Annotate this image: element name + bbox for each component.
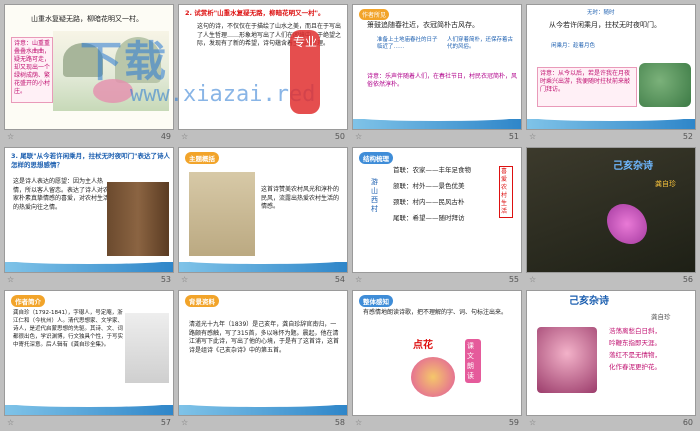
slide-thumbnail[interactable]: 作者所见 箫鼓追随春社近，衣冠简朴古风存。 准备上土地庙春社的日子临近了…… 人… <box>352 4 522 131</box>
portrait <box>125 313 169 383</box>
star-icon: ☆ <box>355 131 363 141</box>
slide-number: 50 <box>334 131 345 141</box>
star-icon: ☆ <box>355 417 363 427</box>
poem-line: 山重水复疑无路，柳暗花明又一村。 <box>31 15 143 23</box>
slide-number: 56 <box>682 274 693 284</box>
slide-body: 这是诗人表达的愿望：因为主人热情，所以客人留恋。表达了诗人对农家朴素真挚情感的喜… <box>13 178 110 211</box>
slide-cell[interactable]: 背景资料 清道光十九年（1839）是己亥年，龚自珍辞官南归，一路颇有感触，写了3… <box>178 290 348 428</box>
star-icon: ☆ <box>529 417 537 427</box>
slide-number: 52 <box>682 131 693 141</box>
star-icon: ☆ <box>7 417 15 427</box>
flower-image <box>537 327 597 393</box>
poem-line: 落红不是无情物， <box>609 351 661 359</box>
slide-number: 49 <box>160 131 171 141</box>
slide-title: 2. 试赏析"山重水复疑无路，柳暗花明又一村"。 <box>185 9 325 17</box>
slide-number: 59 <box>508 417 519 427</box>
side-title: 游山西村 <box>371 178 378 213</box>
slide-cell[interactable]: 无时：随时 从今若许闲乘月，拄杖无时夜叩门。 闲乘月：趁着月色 诗意：从今以后，… <box>526 4 696 142</box>
slide-title: 己亥杂诗 <box>569 296 609 307</box>
meaning: 诗意：乐声伴随着人们，在春社节日，村民衣冠简朴，风俗依然淳朴。 <box>367 73 518 88</box>
star-icon: ☆ <box>355 274 363 284</box>
poem-line: 箫鼓追随春社近，衣冠简朴古风存。 <box>367 21 479 29</box>
stamp: 点花 <box>413 340 433 351</box>
decor-image <box>639 63 691 107</box>
section-pill: 作者简介 <box>11 295 45 307</box>
star-icon: ☆ <box>7 131 15 141</box>
slide-number: 55 <box>508 274 519 284</box>
section-pill: 主题概括 <box>185 152 219 164</box>
section-pill: 整体感知 <box>359 295 393 307</box>
star-icon: ☆ <box>181 417 189 427</box>
row: 首联：农家——丰年足食物 <box>393 166 471 174</box>
slide-body: 这句的诗，不仅仅在于描绘了山水之美，而且在于写出了人生哲理……形象地写出了人们在… <box>197 23 342 47</box>
poem-line: 化作春泥更护花。 <box>609 363 661 371</box>
slide-cell[interactable]: 己亥杂诗 龚自珍 浩荡离愁白日斜， 吟鞭东指即天涯。 落红不是无情物， 化作春泥… <box>526 290 696 428</box>
note: 无时：随时 <box>587 10 615 16</box>
watermark-text: 下载 <box>80 37 169 86</box>
slide-cell[interactable]: 2. 试赏析"山重水复疑无路，柳暗花明又一村"。 这句的诗，不仅仅在于描绘了山水… <box>178 4 348 142</box>
note: 闲乘月：趁着月色 <box>551 43 596 49</box>
slide-cell[interactable]: 作者所见 箫鼓追随春社近，衣冠简朴古风存。 准备上土地庙春社的日子临近了…… 人… <box>352 4 522 142</box>
slide-title: 3. 尾联"从今若许闲乘月，拄杖无时夜叩门"表达了诗人怎样的思想感情？ <box>11 152 171 169</box>
slide-thumbnail[interactable]: 无时：随时 从今若许闲乘月，拄杖无时夜叩门。 闲乘月：趁着月色 诗意：从今以后，… <box>526 4 696 131</box>
slide-body: 清道光十九年（1839）是己亥年，龚自珍辞官南归，一路颇有感触，写了315首，多… <box>189 321 340 354</box>
row: 尾联：希望——随时拜访 <box>393 214 465 222</box>
section-pill: 结构梳理 <box>359 152 393 164</box>
note: 准备上土地庙春社的日子临近了…… <box>377 37 438 50</box>
slide-number: 58 <box>334 417 345 427</box>
door-image <box>107 182 169 260</box>
row: 颔联：村外——景色优美 <box>393 182 465 190</box>
red-mark: 专业 <box>290 30 320 114</box>
slide-thumbnail[interactable]: 主题概括 这首诗赞美农村风光和淳朴的民风，流露出热爱农村生活的情感。 <box>178 147 348 274</box>
tag: 作者所见 <box>359 9 390 20</box>
meaning-box: 诗意：山重重叠叠水曲曲，疑无路可走，却又现出一个绿树成荫、繁花盛开的小村庄。 <box>11 37 53 103</box>
slide-cell[interactable]: 作者简介 龚自珍（1792-1841），字璱人，号定庵，浙江仁和（今杭州）人。清… <box>4 290 174 428</box>
slide-body: 有感情地朗读诗歌，把不理解的字、词、句标注出来。 <box>363 309 508 316</box>
star-icon: ☆ <box>181 131 189 141</box>
poem-line: 浩荡离愁白日斜， <box>609 327 661 335</box>
slide-number: 57 <box>160 417 171 427</box>
star-icon: ☆ <box>529 131 537 141</box>
slide-number: 53 <box>160 274 171 284</box>
flower-image <box>411 357 455 397</box>
star-icon: ☆ <box>529 274 537 284</box>
slide-number: 60 <box>682 417 693 427</box>
slide-cell[interactable]: 结构梳理 游山西村 首联：农家——丰年足食物 颔联：村外——景色优美 颈联：村内… <box>352 147 522 285</box>
watermark-url: www.xiazai.red <box>130 82 316 107</box>
slide-body: 这首诗赞美农村风光和淳朴的民风，流露出热爱农村生活的情感。 <box>261 186 340 210</box>
star-icon: ☆ <box>181 274 189 284</box>
author: 龚自珍 <box>651 313 671 321</box>
painting <box>189 172 255 262</box>
author: 龚自珍 <box>655 180 676 188</box>
slide-title: 己亥杂诗 <box>613 161 653 172</box>
slide-thumbnail[interactable]: 2. 试赏析"山重水复疑无路，柳暗花明又一村"。 这句的诗，不仅仅在于描绘了山水… <box>178 4 348 131</box>
meaning-box: 诗意：从今以后，若是许我在月夜时乘兴出游，我便随时拄杖前来敲门拜访。 <box>537 67 637 107</box>
section-pill: 背景资料 <box>185 295 219 307</box>
slide-thumbnail[interactable]: 整体感知 有感情地朗读诗歌，把不理解的字、词、句标注出来。 点花 课文朗读 <box>352 290 522 417</box>
slide-cell[interactable]: 己亥杂诗 龚自珍 ☆ 56 <box>526 147 696 285</box>
read-tag: 课文朗读 <box>465 339 481 383</box>
slide-thumbnail[interactable]: 3. 尾联"从今若许闲乘月，拄杖无时夜叩门"表达了诗人怎样的思想感情？ 这是诗人… <box>4 147 174 274</box>
poem-line: 从今若许闲乘月，拄杖无时夜叩门。 <box>549 21 661 29</box>
slide-cell[interactable]: 3. 尾联"从今若许闲乘月，拄杖无时夜叩门"表达了诗人怎样的思想感情？ 这是诗人… <box>4 147 174 285</box>
flower-image <box>607 204 647 244</box>
row: 颈联：村内——民风古朴 <box>393 198 465 206</box>
slide-cell[interactable]: 主题概括 这首诗赞美农村风光和淳朴的民风，流露出热爱农村生活的情感。 ☆ 54 <box>178 147 348 285</box>
star-icon: ☆ <box>7 274 15 284</box>
slide-thumbnail[interactable]: 作者简介 龚自珍（1792-1841），字璱人，号定庵，浙江仁和（今杭州）人。清… <box>4 290 174 417</box>
slide-thumbnail[interactable]: 己亥杂诗 龚自珍 浩荡离愁白日斜， 吟鞭东指即天涯。 落红不是无情物， 化作春泥… <box>526 290 696 417</box>
slide-thumbnail[interactable]: 背景资料 清道光十九年（1839）是己亥年，龚自珍辞官南归，一路颇有感触，写了3… <box>178 290 348 417</box>
note: 人们穿着简朴，还保存着古代的风俗。 <box>447 37 514 50</box>
slide-body: 龚自珍（1792-1841），字璱人，号定庵，浙江仁和（今杭州）人。清代思想家、… <box>13 310 124 348</box>
slide-thumbnail[interactable]: 结构梳理 游山西村 首联：农家——丰年足食物 颔联：村外——景色优美 颈联：村内… <box>352 147 522 274</box>
slide-number: 51 <box>508 131 519 141</box>
slide-cell[interactable]: 整体感知 有感情地朗读诗歌，把不理解的字、词、句标注出来。 点花 课文朗读 ☆ 5… <box>352 290 522 428</box>
slide-number: 54 <box>334 274 345 284</box>
summary: 喜爱农村生活 <box>499 166 513 218</box>
slide-thumbnail[interactable]: 己亥杂诗 龚自珍 <box>526 147 696 274</box>
poem-line: 吟鞭东指即天涯。 <box>609 339 661 347</box>
